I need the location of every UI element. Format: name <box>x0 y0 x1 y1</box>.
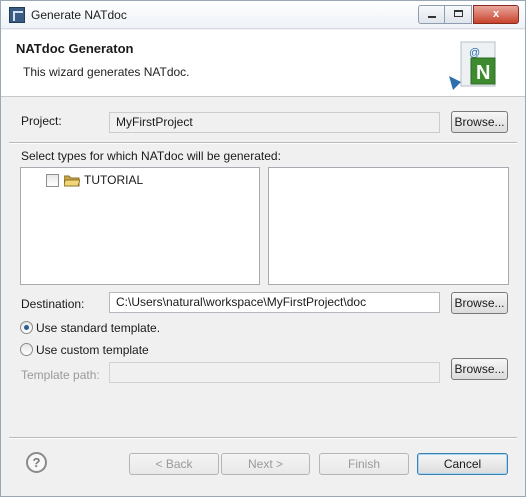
destination-browse-button[interactable]: Browse... <box>451 292 508 314</box>
types-tree[interactable]: TUTORIAL <box>20 167 260 285</box>
destination-field[interactable]: C:\Users\natural\workspace\MyFirstProjec… <box>109 292 440 313</box>
svg-text:@: @ <box>469 47 480 59</box>
custom-template-radio[interactable] <box>20 343 33 356</box>
minimize-button[interactable] <box>418 5 445 24</box>
footer-separator <box>9 437 517 439</box>
tree-item-label: TUTORIAL <box>84 173 144 187</box>
project-browse-button[interactable]: Browse... <box>451 111 508 133</box>
svg-text:N: N <box>476 62 490 84</box>
standard-template-label[interactable]: Use standard template. <box>36 321 160 335</box>
destination-label: Destination: <box>21 297 85 311</box>
separator <box>9 142 517 144</box>
wizard-banner: NATdoc Generaton This wizard generates N… <box>1 30 525 97</box>
template-path-field[interactable] <box>109 362 440 383</box>
folder-icon <box>64 175 80 187</box>
project-field: MyFirstProject <box>109 112 440 133</box>
types-label: Select types for which NATdoc will be ge… <box>21 149 281 163</box>
banner-description: This wizard generates NATdoc. <box>23 65 190 79</box>
next-button[interactable]: Next > <box>221 453 310 475</box>
app-icon <box>9 7 25 23</box>
custom-template-label[interactable]: Use custom template <box>36 343 149 357</box>
title-bar[interactable]: Generate NATdoc x <box>1 1 525 29</box>
help-icon[interactable]: ? <box>26 452 47 473</box>
cancel-button[interactable]: Cancel <box>417 453 508 475</box>
template-path-label: Template path: <box>21 368 100 382</box>
maximize-icon <box>453 10 463 17</box>
standard-template-radio[interactable] <box>20 321 33 334</box>
types-detail-list[interactable] <box>268 167 509 285</box>
maximize-button[interactable] <box>445 5 472 24</box>
close-icon: x <box>492 8 500 20</box>
natdoc-wizard-graphic-icon: @ N <box>449 41 496 90</box>
tutorial-checkbox[interactable] <box>46 174 59 187</box>
generate-natdoc-dialog: Generate NATdoc x NATdoc Generaton This … <box>0 0 526 497</box>
minimize-icon <box>427 16 436 18</box>
finish-button[interactable]: Finish <box>319 453 409 475</box>
close-button[interactable]: x <box>473 5 519 24</box>
banner-title: NATdoc Generaton <box>16 41 134 56</box>
template-browse-button[interactable]: Browse... <box>451 358 508 380</box>
project-label: Project: <box>21 114 62 128</box>
back-button[interactable]: < Back <box>129 453 219 475</box>
window-title: Generate NATdoc <box>31 8 127 22</box>
